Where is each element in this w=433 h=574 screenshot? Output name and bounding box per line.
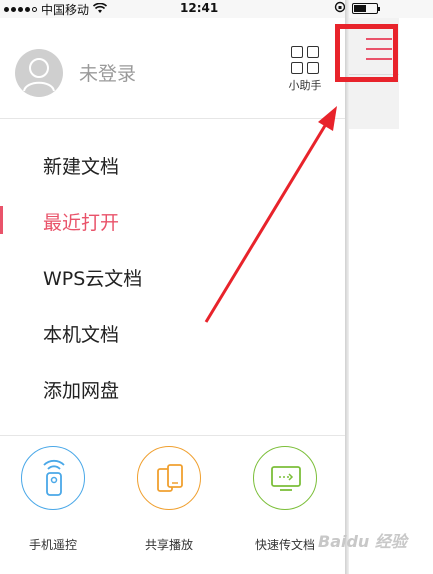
annotation-arrow: [204, 106, 337, 323]
watermark: Baidu 经验: [318, 532, 407, 551]
